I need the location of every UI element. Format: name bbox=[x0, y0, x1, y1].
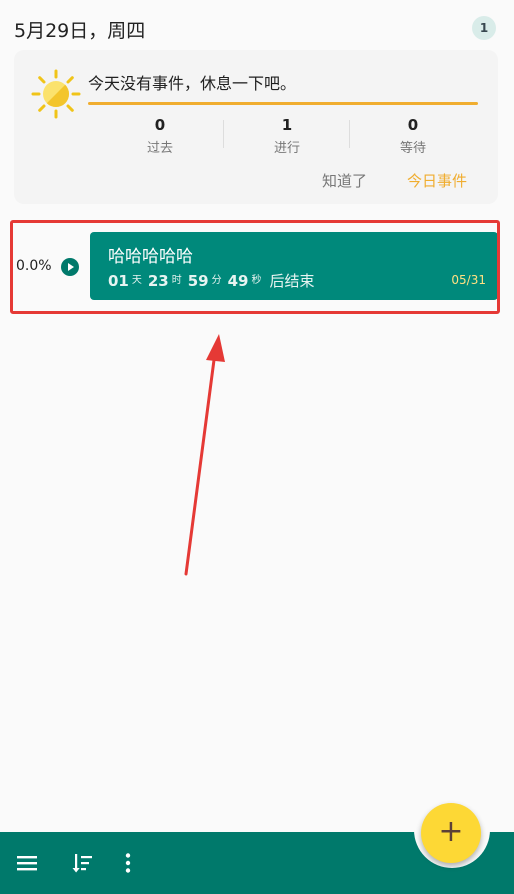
add-event-button[interactable]: + bbox=[421, 803, 481, 863]
event-count-badge[interactable]: 1 bbox=[472, 16, 496, 40]
stat-waiting: 0 等待 bbox=[373, 116, 453, 156]
summary-message: 今天没有事件，休息一下吧。 bbox=[88, 74, 297, 93]
stat-waiting-label: 等待 bbox=[399, 141, 426, 156]
summary-card: 今天没有事件，休息一下吧。 0 过去 1 进行 0 等待 知道了 今日事件 bbox=[14, 50, 498, 204]
stat-waiting-value: 0 bbox=[407, 116, 419, 134]
menu-icon[interactable] bbox=[16, 852, 38, 874]
stat-past-label: 过去 bbox=[146, 141, 173, 156]
stat-ongoing: 1 进行 bbox=[247, 116, 327, 156]
add-icon: + bbox=[438, 814, 464, 849]
summary-divider-bar bbox=[88, 102, 478, 105]
dismiss-button[interactable]: 知道了 bbox=[322, 170, 367, 191]
today-events-button[interactable]: 今日事件 bbox=[407, 170, 467, 191]
date-title: 5月29日，周四 bbox=[14, 20, 146, 42]
sort-icon[interactable] bbox=[72, 852, 94, 874]
stat-past-value: 0 bbox=[154, 116, 166, 134]
stat-ongoing-value: 1 bbox=[281, 116, 293, 134]
stat-ongoing-label: 进行 bbox=[273, 141, 300, 156]
more-icon[interactable] bbox=[118, 852, 138, 874]
sun-icon bbox=[31, 69, 81, 119]
stat-past: 0 过去 bbox=[120, 116, 200, 156]
highlight-box bbox=[10, 220, 500, 314]
stat-divider bbox=[349, 120, 350, 148]
stat-divider bbox=[223, 120, 224, 148]
